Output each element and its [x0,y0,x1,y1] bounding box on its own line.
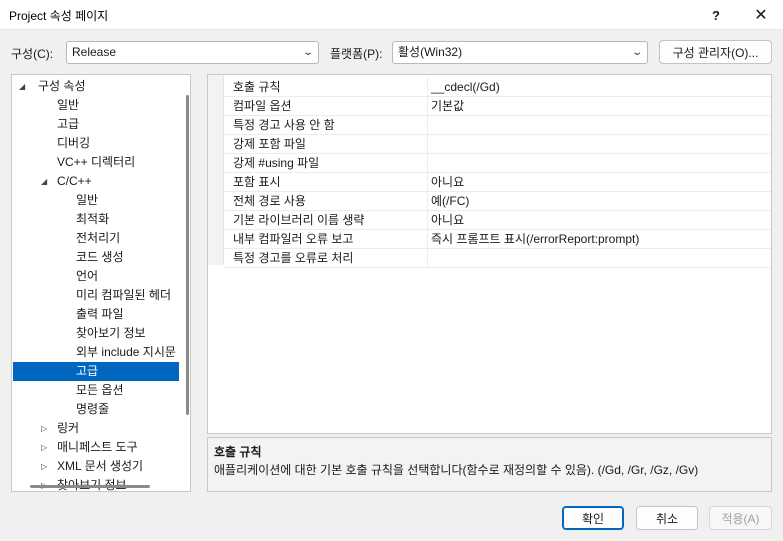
tree-item-external-includes[interactable]: 외부 include 지시문 [13,343,179,362]
property-name: 컴파일 옵션 [233,99,292,113]
tree-item-general[interactable]: 일반 [13,96,179,115]
property-row[interactable]: 컴파일 옵션 기본값 [224,97,771,116]
tree-item-advanced[interactable]: 고급 [13,115,179,134]
tree-item-cpp[interactable]: ◢ C/C++ [13,172,179,191]
property-value[interactable]: 아니요 [427,211,464,230]
property-row[interactable]: 전체 경로 사용 예(/FC) [224,192,771,211]
property-row[interactable]: 내부 컴파일러 오류 보고 즉시 프롬프트 표시(/errorReport:pr… [224,230,771,249]
tree-item-precompiled-headers[interactable]: 미리 컴파일된 헤더 [13,286,179,305]
tree-item-output-files[interactable]: 출력 파일 [13,305,179,324]
property-row[interactable]: 호출 규칙 __cdecl(/Gd) [224,78,771,97]
tree-item-language[interactable]: 언어 [13,267,179,286]
collapsed-arrow-icon[interactable]: ▷ [41,438,51,457]
property-value[interactable]: 즉시 프롬프트 표시(/errorReport:prompt) [427,230,639,249]
tree-item-manifest-tool[interactable]: ▷ 매니페스트 도구 [13,438,179,457]
tree-item-browse-info[interactable]: 찾아보기 정보 [13,324,179,343]
config-label: 구성(C): [11,47,54,61]
platform-value: 활성(Win32) [398,45,463,59]
tree-item-cpp-general[interactable]: 일반 [13,191,179,210]
tree-item-browse-information[interactable]: ▷ 찾아보기 정보 [13,476,179,491]
description-pane: 호출 규칙 애플리케이션에 대한 기본 호출 규칙을 선택합니다(함수로 재정의… [207,437,772,492]
property-value[interactable]: __cdecl(/Gd) [427,78,500,97]
property-name: 특정 경고를 오류로 처리 [233,251,354,265]
collapsed-arrow-icon[interactable]: ▷ [41,457,51,476]
property-name: 강제 포함 파일 [233,137,306,151]
collapsed-arrow-icon[interactable]: ▷ [41,476,51,491]
platform-dropdown[interactable]: 활성(Win32) ⌄ [392,41,648,64]
tree-item-preprocessor[interactable]: 전처리기 [13,229,179,248]
property-name: 강제 #using 파일 [233,156,320,170]
property-row[interactable]: 특정 경고를 오류로 처리 [224,249,771,268]
apply-button[interactable]: 적용(A) [709,506,772,530]
property-name: 호출 규칙 [233,80,281,94]
cancel-button[interactable]: 취소 [636,506,698,530]
window-title: Project 속성 페이지 [9,9,109,23]
property-value[interactable]: 아니요 [427,173,464,192]
property-row[interactable]: 포함 표시 아니요 [224,173,771,192]
property-name: 기본 라이브러리 이름 생략 [233,213,365,227]
expanded-arrow-icon[interactable]: ◢ [41,172,51,191]
description-title: 호출 규칙 [214,445,262,459]
platform-label: 플랫폼(P): [330,47,383,61]
tree-item-command-line[interactable]: 명령줄 [13,400,179,419]
collapsed-arrow-icon[interactable]: ▷ [41,419,51,438]
close-button[interactable]: ✕ [742,0,780,30]
chevron-down-icon: ⌄ [301,47,314,58]
tree-item-optimization[interactable]: 최적화 [13,210,179,229]
property-value[interactable]: 기본값 [427,97,464,116]
property-value[interactable]: 예(/FC) [427,192,469,211]
tree-item-cpp-advanced[interactable]: 고급 [13,362,179,381]
tree-item-code-generation[interactable]: 코드 생성 [13,248,179,267]
tree-item-config-properties[interactable]: ◢ 구성 속성 [13,77,179,96]
property-name: 내부 컴파일러 오류 보고 [233,232,354,246]
horizontal-scrollbar[interactable] [30,485,150,488]
expanded-arrow-icon[interactable]: ◢ [19,77,29,96]
property-row[interactable]: 기본 라이브러리 이름 생략 아니요 [224,211,771,230]
tree-item-xml-doc-generator[interactable]: ▷ XML 문서 생성기 [13,457,179,476]
ok-button[interactable]: 확인 [562,506,624,530]
property-value[interactable] [427,154,431,173]
property-name: 포함 표시 [233,175,281,189]
description-text: 애플리케이션에 대한 기본 호출 규칙을 선택합니다(함수로 재정의할 수 있음… [214,463,699,477]
property-tree[interactable]: ◢ 구성 속성 일반 고급 디버깅 VC++ 디렉터리 ◢ C/C++ 일반 최… [11,74,191,492]
config-value: Release [72,45,117,59]
chevron-down-icon: ⌄ [630,47,643,58]
help-button[interactable]: ? [700,0,732,30]
tree-item-vc-directories[interactable]: VC++ 디렉터리 [13,153,179,172]
title-bar: Project 속성 페이지 ? ✕ [0,0,783,30]
grid-gutter [208,75,224,265]
config-manager-button[interactable]: 구성 관리자(O)... [659,40,772,64]
property-value[interactable] [427,249,431,268]
property-name: 전체 경로 사용 [233,194,306,208]
tree-item-all-options[interactable]: 모든 옵션 [13,381,179,400]
property-grid[interactable]: 호출 규칙 __cdecl(/Gd) 컴파일 옵션 기본값 특정 경고 사용 안… [207,74,772,434]
property-value[interactable] [427,135,431,154]
property-row[interactable]: 특정 경고 사용 안 함 [224,116,771,135]
vertical-scrollbar[interactable] [186,95,189,415]
tree-item-debugging[interactable]: 디버깅 [13,134,179,153]
property-row[interactable]: 강제 #using 파일 [224,154,771,173]
property-row[interactable]: 강제 포함 파일 [224,135,771,154]
config-dropdown[interactable]: Release ⌄ [66,41,319,64]
property-name: 특정 경고 사용 안 함 [233,118,335,132]
tree-item-linker[interactable]: ▷ 링커 [13,419,179,438]
property-value[interactable] [427,116,431,135]
